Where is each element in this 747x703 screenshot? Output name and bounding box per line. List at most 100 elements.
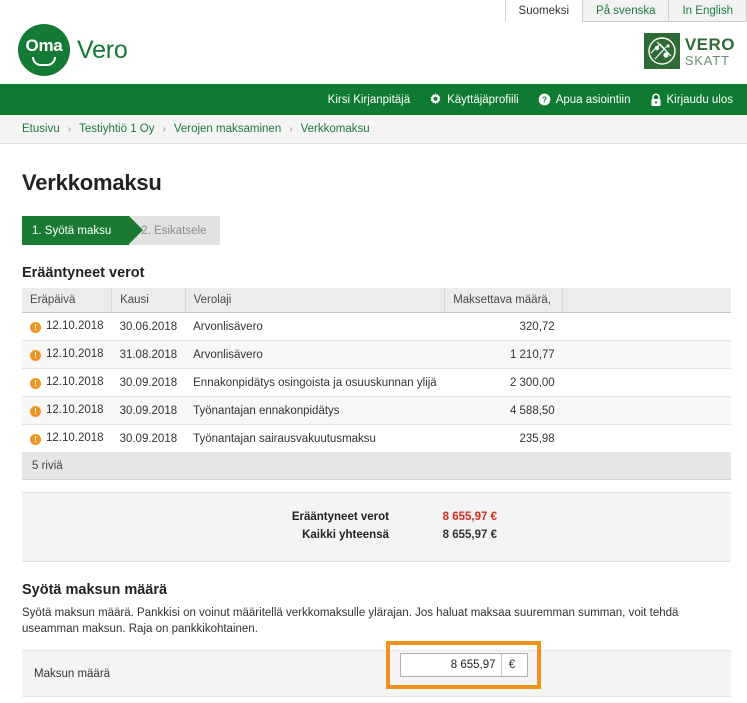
cell-spacer bbox=[562, 340, 731, 369]
warning-icon: ! bbox=[30, 322, 41, 333]
column-header-spacer bbox=[562, 288, 731, 313]
due-date-text: 12.10.2018 bbox=[46, 320, 104, 332]
top-navigation-bar: Kirsi Kirjanpitäjä Käyttäjäprofiili ? Ap… bbox=[0, 84, 747, 115]
total-row-overdue: Erääntyneet verot 8 655,97 € bbox=[22, 511, 731, 523]
warning-icon: ! bbox=[30, 350, 41, 361]
vero-emblem-icon bbox=[643, 33, 680, 69]
total-value-overdue: 8 655,97 € bbox=[442, 511, 497, 523]
nav-item-user-name[interactable]: Kirsi Kirjanpitäjä bbox=[328, 94, 410, 106]
due-date-text: 12.10.2018 bbox=[46, 404, 104, 416]
cell-due-date: ! 12.10.2018 bbox=[22, 340, 112, 369]
svg-text:?: ? bbox=[542, 95, 547, 104]
table-row[interactable]: ! 12.10.2018 30.09.2018 Työnantajan saira… bbox=[22, 424, 731, 453]
cell-due-date: ! 12.10.2018 bbox=[22, 424, 112, 453]
total-label-overdue: Erääntyneet verot bbox=[291, 511, 389, 523]
payment-amount-heading: Syötä maksun määrä bbox=[22, 582, 168, 598]
omavero-logo[interactable]: Oma Vero bbox=[18, 24, 128, 76]
cell-spacer bbox=[562, 396, 731, 425]
breadcrumb-separator-icon: › bbox=[162, 123, 166, 135]
cell-amount: 1 210,77 bbox=[444, 340, 563, 369]
breadcrumb-item-company[interactable]: Testiyhtiö 1 Oy bbox=[79, 123, 154, 135]
breadcrumb-separator-icon: › bbox=[67, 123, 72, 135]
vero-logo-text: Vero bbox=[77, 35, 128, 64]
table-row[interactable]: ! 12.10.2018 31.08.2018 Arvonlisävero 1 2… bbox=[22, 340, 731, 369]
oma-logo-text: Oma bbox=[25, 36, 63, 55]
main-content: Verkkomaksu 1. Syötä maksu 2. Esikatsele… bbox=[0, 144, 747, 703]
cell-tax-type: Työnantajan ennakonpidätys bbox=[185, 396, 445, 425]
column-header-due-date[interactable]: Eräpäivä bbox=[22, 288, 113, 313]
due-date-text: 12.10.2018 bbox=[46, 376, 104, 388]
column-header-tax-type[interactable]: Verolaji bbox=[185, 288, 446, 313]
warning-icon: ! bbox=[30, 434, 41, 445]
cell-period: 30.06.2018 bbox=[111, 312, 186, 341]
column-header-payable-amount[interactable]: Maksettava määrä, bbox=[444, 288, 564, 313]
nav-label-help: Apua asiointiin bbox=[555, 93, 631, 106]
total-value-grand: 8 655,97 € bbox=[442, 529, 497, 541]
payment-amount-input[interactable] bbox=[400, 654, 501, 676]
warning-icon: ! bbox=[30, 406, 41, 417]
table-header-row: Eräpäivä Kausi Verolaji Maksettava määrä… bbox=[22, 288, 731, 313]
nav-item-help[interactable]: ? Apua asiointiin bbox=[538, 93, 631, 106]
cell-spacer bbox=[562, 424, 731, 453]
page-title: Verkkomaksu bbox=[22, 170, 162, 195]
cell-spacer bbox=[562, 368, 731, 397]
step-1-label: 1. Syötä maksu bbox=[32, 224, 112, 237]
step-wizard: 1. Syötä maksu 2. Esikatsele bbox=[22, 216, 221, 245]
payment-help-text: Syötä maksun määrä. Pankkisi on voinut m… bbox=[22, 607, 679, 635]
totals-panel: Erääntyneet verot 8 655,97 € Kaikki yhte… bbox=[22, 492, 731, 562]
nav-item-logout[interactable]: Kirjaudu ulos bbox=[650, 93, 733, 107]
gear-icon bbox=[429, 93, 442, 106]
cell-amount: 235,98 bbox=[444, 424, 563, 453]
step-2-label: 2. Esikatsele bbox=[141, 224, 207, 237]
step-enter-payment[interactable]: 1. Syötä maksu bbox=[22, 216, 144, 245]
breadcrumb-separator-icon: › bbox=[289, 123, 293, 135]
cell-period: 31.08.2018 bbox=[111, 340, 186, 369]
nav-item-user-profile[interactable]: Käyttäjäprofiili bbox=[429, 93, 519, 106]
language-tab-suomeksi[interactable]: Suomeksi bbox=[504, 0, 583, 22]
table-row[interactable]: ! 12.10.2018 30.09.2018 Ennakonpidätys os… bbox=[22, 368, 731, 397]
cell-tax-type: Työnantajan sairausvakuutusmaksu bbox=[185, 424, 445, 453]
cell-due-date: ! 12.10.2018 bbox=[22, 312, 112, 341]
cell-amount: 4 588,50 bbox=[444, 396, 563, 425]
table-row-count: 5 riviä bbox=[22, 453, 731, 480]
cell-period: 30.09.2018 bbox=[111, 424, 186, 453]
cell-amount: 320,72 bbox=[444, 312, 563, 341]
table-row[interactable]: ! 12.10.2018 30.06.2018 Arvonlisävero 320… bbox=[22, 312, 731, 341]
warning-icon: ! bbox=[30, 378, 41, 389]
total-row-grand: Kaikki yhteensä 8 655,97 € bbox=[22, 529, 731, 541]
payment-amount-highlight: € bbox=[386, 641, 541, 689]
question-circle-icon: ? bbox=[538, 93, 551, 106]
language-tabs: Suomeksi På svenska In English bbox=[0, 0, 747, 22]
nav-label-profile: Käyttäjäprofiili bbox=[447, 93, 519, 106]
cell-tax-type: Ennakonpidätys osingoista ja osuuskunnan… bbox=[185, 368, 445, 397]
cell-period: 30.09.2018 bbox=[111, 368, 186, 397]
overdue-taxes-table: Eräpäivä Kausi Verolaji Maksettava määrä… bbox=[22, 288, 731, 453]
vero-skatt-wordmark: VERO SKATT bbox=[685, 36, 735, 67]
language-tab-pa-svenska[interactable]: På svenska bbox=[582, 0, 669, 22]
due-date-text: 12.10.2018 bbox=[46, 348, 104, 360]
language-tab-in-english[interactable]: In English bbox=[668, 0, 747, 22]
currency-symbol: € bbox=[500, 654, 523, 676]
cell-due-date: ! 12.10.2018 bbox=[22, 368, 112, 397]
payment-amount-input-wrapper[interactable]: € bbox=[399, 653, 528, 677]
cell-amount: 2 300,00 bbox=[444, 368, 563, 397]
site-header: Oma Vero VERO SKATT bbox=[0, 22, 747, 84]
nav-label-logout: Kirjaudu ulos bbox=[666, 93, 733, 106]
lock-icon bbox=[650, 93, 662, 107]
breadcrumb-item-current[interactable]: Verkkomaksu bbox=[301, 123, 370, 135]
breadcrumb-item-home[interactable]: Etusivu bbox=[22, 123, 60, 135]
skatt-word: SKATT bbox=[684, 52, 730, 68]
cell-due-date: ! 12.10.2018 bbox=[22, 396, 112, 425]
vero-skatt-logo: VERO SKATT bbox=[643, 33, 735, 69]
verkkomaksu-page: Suomeksi På svenska In English Oma Vero bbox=[0, 0, 747, 703]
total-label-grand: Kaikki yhteensä bbox=[302, 529, 389, 541]
due-date-text: 12.10.2018 bbox=[46, 432, 104, 444]
cell-period: 30.09.2018 bbox=[111, 396, 186, 425]
smile-icon bbox=[32, 57, 56, 66]
cell-spacer bbox=[562, 312, 731, 341]
table-head: Eräpäivä Kausi Verolaji Maksettava määrä… bbox=[22, 288, 731, 313]
breadcrumb-item-paying-taxes[interactable]: Verojen maksaminen bbox=[174, 123, 281, 135]
table-row[interactable]: ! 12.10.2018 30.09.2018 Työnantajan ennak… bbox=[22, 396, 731, 425]
column-header-period[interactable]: Kausi bbox=[111, 288, 186, 313]
table-body: ! 12.10.2018 30.06.2018 Arvonlisävero 320… bbox=[22, 312, 731, 453]
